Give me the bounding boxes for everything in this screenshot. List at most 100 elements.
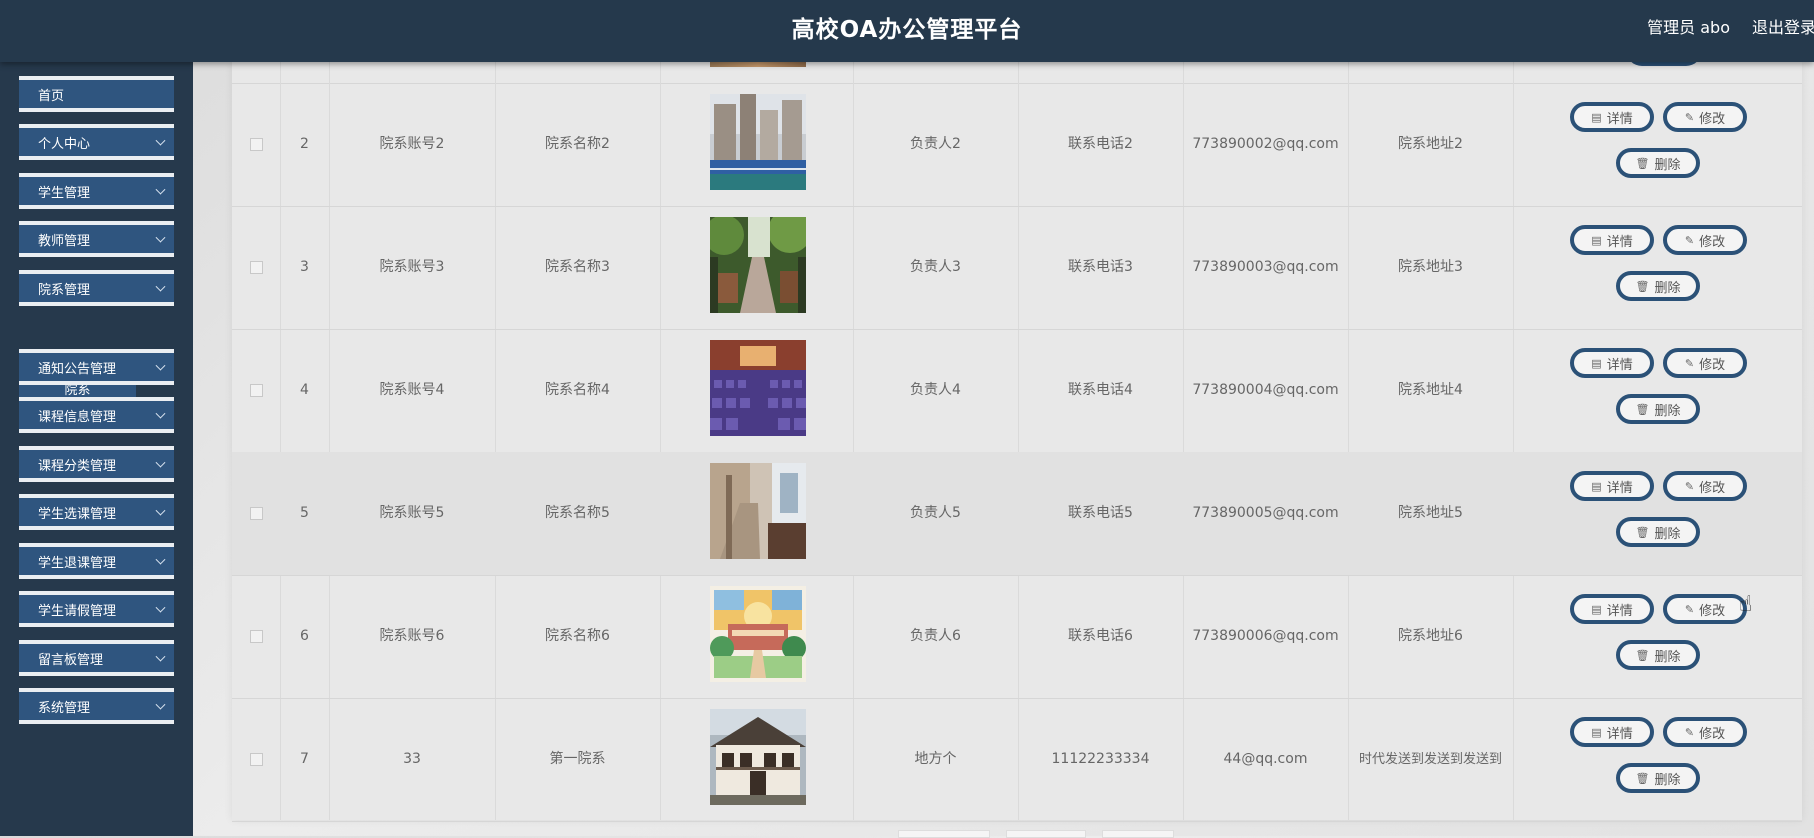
detail-button[interactable]: ▤ 详情 — [1570, 348, 1654, 378]
pencil-icon: ✎ — [1684, 233, 1695, 247]
delete-button[interactable]: 🗑 删除 — [1616, 763, 1700, 793]
department-name: 院系名称5 — [545, 505, 610, 521]
delete-label: 删除 — [1654, 526, 1681, 542]
delete-button[interactable]: 🗑 删除 — [1616, 394, 1700, 424]
pencil-icon: ✎ — [1684, 356, 1695, 370]
nav-course-selection-management-label: 学生选课管理 — [38, 506, 117, 522]
delete-button[interactable]: 🗑 删除 — [1616, 271, 1700, 301]
detail-button[interactable]: ▤ 详情 — [1570, 225, 1654, 255]
trash-icon: 🗑 — [1635, 402, 1650, 416]
table-row: 6 院系账号6 院系名称6 负责人6 联系电话6 773890006@qq.co… — [232, 575, 1802, 699]
department-email: 773890004@qq.com — [1192, 382, 1339, 398]
nav-notice-management[interactable]: 通知公告管理 — [19, 349, 174, 385]
document-icon: ▤ — [1591, 110, 1602, 124]
row-checkbox[interactable] — [249, 384, 263, 397]
row-checkbox[interactable] — [249, 138, 263, 151]
department-address: 院系地址4 — [1398, 382, 1463, 398]
department-leader: 负责人2 — [910, 136, 961, 152]
nav-message-board-management[interactable]: 留言板管理 — [19, 640, 174, 676]
row-index: 2 — [300, 136, 309, 152]
row-checkbox[interactable] — [249, 630, 263, 643]
nav-teacher-management[interactable]: 教师管理 — [19, 221, 174, 257]
pagination-control[interactable] — [1102, 830, 1174, 838]
nav-student-management[interactable]: 学生管理 — [19, 173, 174, 209]
chevron-down-icon — [155, 699, 166, 710]
logout-link[interactable]: 退出登录 — [1752, 14, 1814, 38]
delete-label: 删除 — [1654, 649, 1681, 665]
department-leader: 负责人6 — [910, 628, 961, 644]
nav-course-info-management[interactable]: 课程信息管理 — [19, 397, 174, 433]
nav-course-selection-management[interactable]: 学生选课管理 — [19, 494, 174, 530]
nav-course-withdrawal-management-label: 学生退课管理 — [38, 555, 117, 571]
nav-department-management-label: 院系管理 — [38, 282, 91, 298]
table-row: 7 33 第一院系 地方个 11122233334 44@qq.com 时代发送… — [232, 698, 1802, 822]
edit-label: 修改 — [1699, 234, 1726, 250]
nav-course-category-management[interactable]: 课程分类管理 — [19, 446, 174, 482]
edit-button[interactable]: ✎ 修改 — [1663, 471, 1747, 501]
nav-course-category-management-label: 课程分类管理 — [38, 458, 117, 474]
nav-system-management[interactable]: 系统管理 — [19, 688, 174, 724]
delete-button[interactable]: 🗑 删除 — [1616, 640, 1700, 670]
table-row: 5 院系账号5 院系名称5 负责人5 联系电话5 773890005@qq.co… — [232, 452, 1802, 576]
edit-button[interactable]: ✎ 修改 — [1663, 717, 1747, 747]
pagination-control[interactable] — [1006, 830, 1086, 838]
department-name: 院系名称2 — [545, 136, 610, 152]
detail-button[interactable]: ▤ 详情 — [1570, 471, 1654, 501]
top-header: 高校OA办公管理平台 管理员 abo 退出登录 — [0, 0, 1814, 62]
department-address: 时代发送到发送到发送到 — [1358, 752, 1502, 767]
nav-leave-management-label: 学生请假管理 — [38, 603, 117, 619]
thumbnail-image-partial — [710, 62, 806, 67]
detail-button[interactable]: ▤ 详情 — [1570, 717, 1654, 747]
pagination-control[interactable] — [898, 830, 990, 838]
delete-button[interactable]: 🗑 删除 — [1616, 148, 1700, 178]
detail-label: 详情 — [1606, 480, 1633, 496]
chevron-down-icon — [155, 232, 166, 243]
nav-teacher-management-label: 教师管理 — [38, 233, 91, 249]
nav-system-management-label: 系统管理 — [38, 700, 91, 716]
department-photo — [710, 709, 806, 805]
document-icon: ▤ — [1591, 602, 1602, 616]
nav-message-board-management-label: 留言板管理 — [38, 652, 104, 668]
chevron-down-icon — [155, 602, 166, 613]
edit-button[interactable]: ✎ 修改 — [1663, 225, 1747, 255]
document-icon: ▤ — [1591, 356, 1602, 370]
delete-label: 删除 — [1654, 403, 1681, 419]
detail-button[interactable]: ▤ 详情 — [1570, 594, 1654, 624]
nav-department-management[interactable]: 院系管理 — [19, 270, 174, 306]
nav-home[interactable]: 首页 — [19, 76, 174, 112]
document-icon: ▤ — [1591, 479, 1602, 493]
chevron-down-icon — [155, 281, 166, 292]
detail-label: 详情 — [1606, 234, 1633, 250]
detail-button[interactable]: ▤ 详情 — [1570, 102, 1654, 132]
department-name: 院系名称4 — [545, 382, 610, 398]
chevron-down-icon — [155, 135, 166, 146]
row-checkbox[interactable] — [249, 507, 263, 520]
department-photo — [710, 94, 806, 190]
department-name: 第一院系 — [549, 751, 606, 767]
department-leader: 地方个 — [914, 751, 957, 767]
department-phone: 联系电话6 — [1068, 628, 1133, 644]
nav-course-withdrawal-management[interactable]: 学生退课管理 — [19, 543, 174, 579]
current-user-label[interactable]: 管理员 abo — [1647, 14, 1730, 38]
nav-leave-management[interactable]: 学生请假管理 — [19, 591, 174, 627]
department-email: 773890002@qq.com — [1192, 136, 1339, 152]
delete-button[interactable]: 🗑 删除 — [1616, 517, 1700, 547]
edit-button[interactable]: ✎ 修改 — [1663, 594, 1747, 624]
nav-personal-center[interactable]: 个人中心 — [19, 124, 174, 160]
department-email: 44@qq.com — [1223, 751, 1308, 767]
chevron-down-icon — [155, 457, 166, 468]
department-account: 院系账号2 — [379, 136, 445, 152]
department-account: 院系账号3 — [379, 259, 445, 275]
edit-button[interactable]: ✎ 修改 — [1663, 348, 1747, 378]
chevron-down-icon — [155, 360, 166, 371]
pencil-icon: ✎ — [1684, 725, 1695, 739]
row-checkbox[interactable] — [249, 753, 263, 766]
department-photo — [710, 463, 806, 559]
department-photo — [710, 217, 806, 313]
nav-course-info-management-label: 课程信息管理 — [38, 409, 117, 425]
nav-home-label: 首页 — [38, 88, 65, 104]
row-checkbox[interactable] — [249, 261, 263, 274]
edit-button[interactable]: ✎ 修改 — [1663, 102, 1747, 132]
detail-label: 详情 — [1606, 357, 1633, 373]
table-row: 4 院系账号4 院系名称4 负责人4 联系电话4 773890004@qq.co… — [232, 329, 1802, 453]
